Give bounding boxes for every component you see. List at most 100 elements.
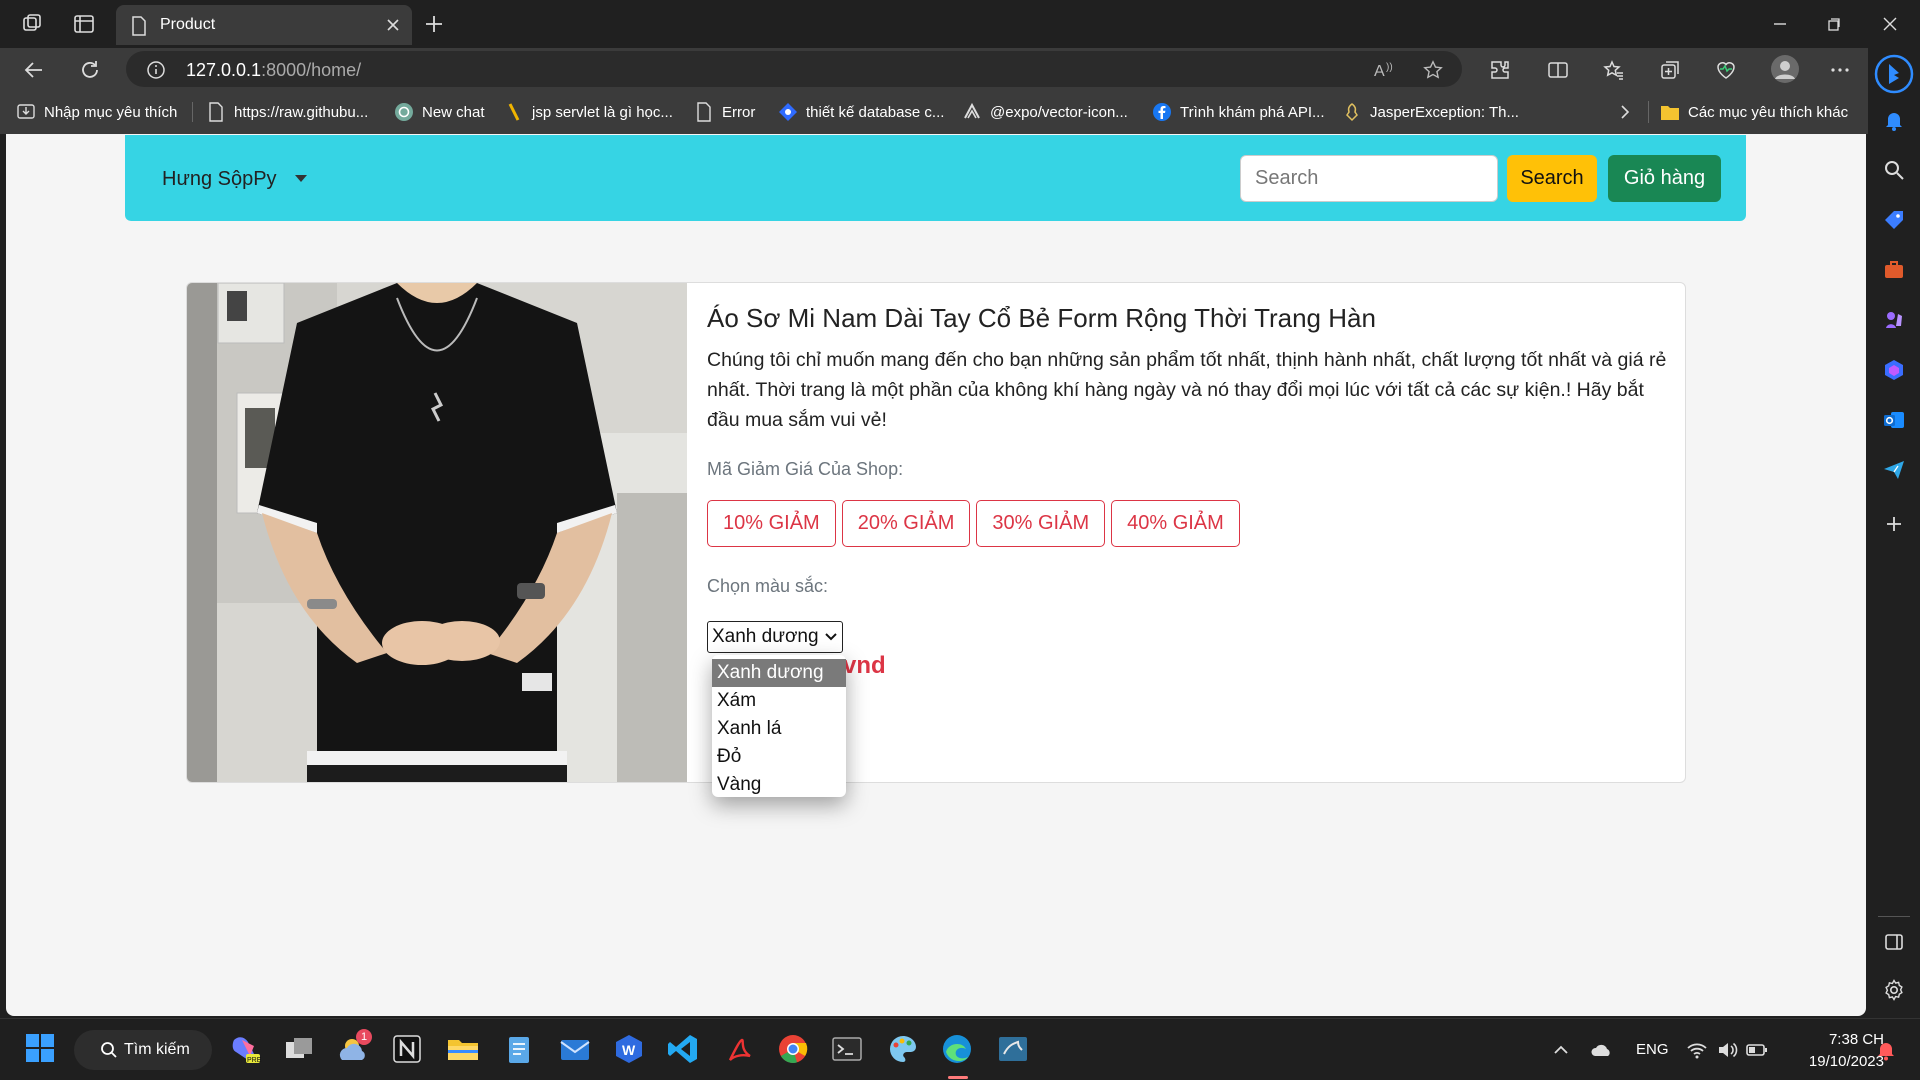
- other-favorites-folder[interactable]: Các mục yêu thích khác: [1660, 102, 1848, 122]
- paint-icon[interactable]: [886, 1032, 920, 1066]
- clock-date[interactable]: 19/10/2023: [1788, 1053, 1884, 1070]
- favorite-star-icon[interactable]: [1422, 59, 1444, 81]
- wps-office-icon[interactable]: W: [612, 1032, 646, 1066]
- new-tab-icon[interactable]: [422, 12, 446, 36]
- clock-time[interactable]: 7:38 CH: [1814, 1031, 1884, 1048]
- coupon-button-40[interactable]: 40% GIẢM: [1111, 500, 1240, 547]
- color-option[interactable]: Đỏ: [712, 743, 846, 771]
- bookmark-label: @expo/vector-icon...: [990, 103, 1128, 121]
- url-path: :8000/home/: [261, 60, 362, 80]
- outlook-icon[interactable]: [1882, 408, 1906, 432]
- search-button[interactable]: Search: [1507, 155, 1597, 202]
- coupon-button-10[interactable]: 10% GIẢM: [707, 500, 836, 547]
- sidebar-divider: [1878, 916, 1910, 917]
- page-icon: [206, 102, 226, 122]
- site-info-icon[interactable]: [146, 60, 166, 80]
- browser-essentials-icon[interactable]: [1714, 58, 1738, 82]
- color-option[interactable]: Xanh lá: [712, 715, 846, 743]
- reload-icon[interactable]: [78, 58, 102, 82]
- mail-icon[interactable]: [558, 1032, 592, 1066]
- workspaces-icon[interactable]: [20, 12, 44, 36]
- svg-text:W: W: [622, 1042, 636, 1058]
- coupon-button-20[interactable]: 20% GIẢM: [841, 500, 971, 547]
- active-app-indicator: [948, 1076, 968, 1079]
- back-icon[interactable]: [22, 58, 46, 82]
- cart-button[interactable]: Giỏ hàng: [1608, 155, 1721, 202]
- bookmark-raw-github[interactable]: https://raw.githubu...: [206, 102, 368, 122]
- tab-title: Product: [160, 16, 216, 33]
- bookmark-jasper-exception[interactable]: JasperException: Th...: [1342, 102, 1519, 122]
- more-menu-icon[interactable]: [1828, 58, 1852, 82]
- restore-icon[interactable]: [1822, 12, 1846, 36]
- minimize-icon[interactable]: [1768, 12, 1792, 36]
- color-select-value: Xanh dương: [712, 626, 819, 647]
- split-screen-icon[interactable]: [1546, 58, 1570, 82]
- notepad-icon[interactable]: [502, 1032, 536, 1066]
- bookmarks-overflow-chevron-icon[interactable]: [1618, 102, 1632, 122]
- color-option-selected[interactable]: Xanh dương: [712, 659, 846, 687]
- import-favorites-icon: [16, 102, 36, 122]
- tab-actions-icon[interactable]: [72, 12, 96, 36]
- chrome-icon[interactable]: [776, 1032, 810, 1066]
- color-select[interactable]: Xanh dương: [707, 621, 843, 653]
- volume-icon[interactable]: [1716, 1040, 1738, 1060]
- start-windows-icon[interactable]: [24, 1032, 58, 1066]
- bookmark-jsp-servlet[interactable]: jsp servlet là gì học...: [504, 102, 673, 122]
- battery-icon[interactable]: [1746, 1041, 1768, 1059]
- notifications-bell-icon[interactable]: [1882, 108, 1906, 132]
- hide-sidebar-icon[interactable]: [1882, 930, 1906, 954]
- extensions-icon[interactable]: [1488, 58, 1512, 82]
- bookmark-label: Các mục yêu thích khác: [1688, 103, 1849, 121]
- bookmark-error[interactable]: Error: [694, 102, 755, 122]
- tab-product[interactable]: Product: [116, 5, 412, 45]
- bookmark-import[interactable]: Nhập mục yêu thích: [16, 102, 177, 122]
- onedrive-icon[interactable]: [1590, 1041, 1614, 1059]
- settings-gear-icon[interactable]: [1882, 978, 1906, 1002]
- search-icon[interactable]: [1882, 158, 1906, 182]
- vscode-icon[interactable]: [666, 1032, 700, 1066]
- taskbar-search[interactable]: Tìm kiếm: [74, 1030, 212, 1070]
- shopping-tag-icon[interactable]: [1882, 208, 1906, 232]
- bookmark-database[interactable]: thiết kế database c...: [778, 102, 944, 122]
- close-window-icon[interactable]: [1878, 12, 1902, 36]
- url-host: 127.0.0.1: [186, 60, 262, 80]
- mysql-workbench-icon[interactable]: [996, 1032, 1030, 1066]
- profile-avatar[interactable]: [1770, 54, 1800, 84]
- copilot-taskbar-icon[interactable]: PRE: [228, 1032, 262, 1066]
- pdf-reader-icon[interactable]: [722, 1032, 756, 1066]
- edge-icon[interactable]: [940, 1032, 974, 1066]
- bookmark-api-explorer[interactable]: Trình khám phá API...: [1152, 102, 1325, 122]
- terminal-icon[interactable]: [830, 1032, 864, 1066]
- brand-dropdown[interactable]: Hưng SộpPy: [162, 168, 277, 191]
- read-aloud-icon[interactable]: A)): [1374, 60, 1396, 80]
- copilot-icon[interactable]: [1874, 54, 1914, 94]
- bookmark-expo-vector-icons[interactable]: @expo/vector-icon...: [962, 102, 1128, 122]
- file-explorer-icon[interactable]: [446, 1032, 480, 1066]
- folder-icon: [1660, 102, 1680, 122]
- coupon-button-30[interactable]: 30% GIẢM: [976, 500, 1106, 547]
- language-indicator[interactable]: ENG: [1636, 1041, 1669, 1058]
- caret-down-icon[interactable]: [295, 175, 307, 182]
- bookmark-new-chat[interactable]: New chat: [394, 102, 485, 122]
- notion-icon[interactable]: [390, 1032, 424, 1066]
- task-view-icon[interactable]: [282, 1032, 316, 1066]
- close-tab-icon[interactable]: [384, 16, 402, 34]
- tools-briefcase-icon[interactable]: [1882, 258, 1906, 282]
- wifi-icon[interactable]: [1686, 1040, 1708, 1060]
- search-input[interactable]: [1240, 155, 1498, 202]
- bookmark-divider: [192, 102, 193, 122]
- bookmark-label: Error: [722, 103, 756, 121]
- microsoft-365-icon[interactable]: [1882, 358, 1906, 382]
- send-telegram-icon[interactable]: [1882, 458, 1906, 482]
- add-sidebar-app-icon[interactable]: [1882, 512, 1906, 536]
- site-favicon: [778, 102, 798, 122]
- collections-icon[interactable]: [1658, 58, 1682, 82]
- games-chess-icon[interactable]: [1882, 308, 1906, 332]
- address-bar[interactable]: 127.0.0.1:8000/home/ A)): [126, 51, 1462, 87]
- favorites-icon[interactable]: [1602, 58, 1626, 82]
- notification-bell-icon[interactable]: [1876, 1039, 1896, 1061]
- product-title: Áo Sơ Mi Nam Dài Tay Cổ Bẻ Form Rộng Thờ…: [707, 303, 1376, 333]
- tray-overflow-chevron-icon[interactable]: [1552, 1041, 1570, 1059]
- color-option[interactable]: Xám: [712, 687, 846, 715]
- color-option[interactable]: Vàng: [712, 771, 846, 799]
